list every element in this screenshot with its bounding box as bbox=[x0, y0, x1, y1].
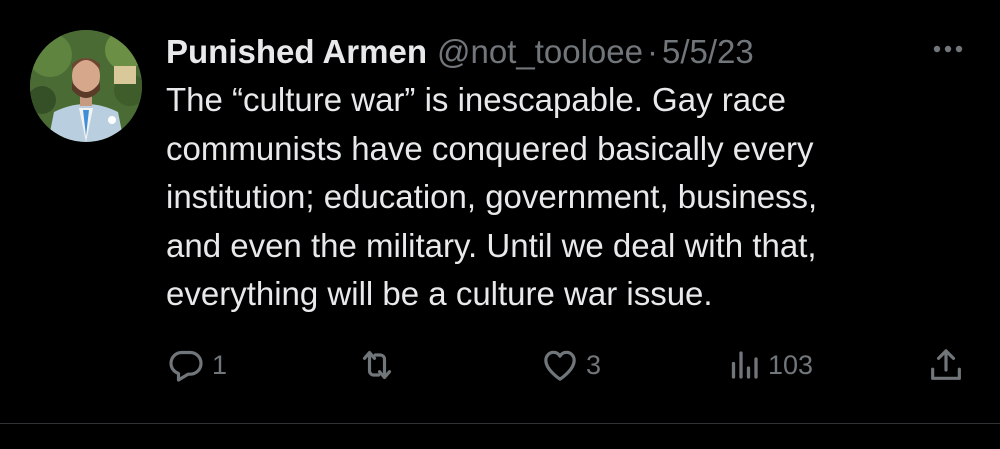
heart-icon bbox=[544, 350, 576, 381]
more-horizontal-icon bbox=[933, 45, 963, 53]
avatar[interactable] bbox=[30, 30, 142, 142]
tweet[interactable]: Punished Armen @not_tooloee · 5/5/23 The… bbox=[0, 0, 1000, 449]
reply-icon bbox=[169, 350, 203, 382]
views-icon bbox=[731, 351, 758, 379]
retweet-icon bbox=[362, 350, 392, 380]
tweet-text-line: institution; education, government, busi… bbox=[166, 178, 818, 215]
avatar-photo bbox=[30, 30, 142, 142]
tweet-text-line: and even the military. Until we deal wit… bbox=[166, 226, 817, 264]
share-icon bbox=[931, 349, 961, 380]
like-count: 3 bbox=[586, 349, 602, 380]
display-name[interactable]: Punished Armen bbox=[166, 30, 427, 74]
header-separator: · bbox=[647, 33, 658, 70]
tweet-header: Punished Armen @not_tooloee · 5/5/23 bbox=[166, 30, 754, 74]
retweet-button[interactable] bbox=[356, 340, 404, 390]
more-button[interactable] bbox=[930, 34, 966, 64]
views-count: 103 bbox=[768, 349, 814, 380]
views-button[interactable]: 103 bbox=[726, 340, 813, 390]
tweet-text: The “culture war” is inescapable. Gay ra… bbox=[166, 76, 966, 319]
like-button[interactable]: 3 bbox=[540, 340, 601, 390]
tweet-text-line: communists have conquered basically ever… bbox=[166, 129, 814, 167]
divider bbox=[0, 423, 1000, 424]
reply-button[interactable]: 1 bbox=[166, 340, 227, 390]
tweet-text-line: everything will be a culture war issue. bbox=[166, 275, 713, 312]
share-button[interactable] bbox=[926, 340, 966, 390]
tweet-date[interactable]: 5/5/23 bbox=[662, 30, 754, 74]
tweet-text-line: The “culture war” is inescapable. Gay ra… bbox=[166, 81, 786, 118]
action-bar: 1 3 103 bbox=[0, 340, 1000, 390]
reply-count: 1 bbox=[212, 349, 228, 380]
user-handle[interactable]: @not_tooloee bbox=[437, 30, 643, 74]
